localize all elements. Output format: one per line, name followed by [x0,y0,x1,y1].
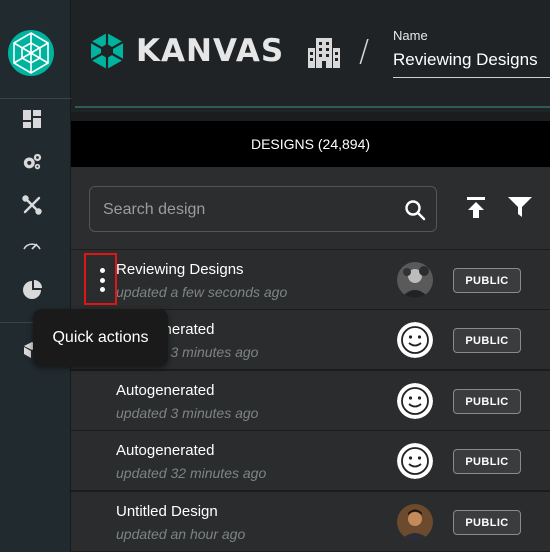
design-updated: updated 3 minutes ago [116,405,259,421]
header: KANVAS / Name Reviewing Designs [71,0,550,112]
name-field-underline [393,77,550,78]
visibility-badge[interactable]: PUBLIC [453,389,521,414]
tooltip-text: Quick actions [52,328,149,346]
tools-icon[interactable] [22,195,42,215]
avatar[interactable] [397,504,433,540]
app-logo-icon[interactable] [8,30,54,76]
header-accent-line [75,106,550,108]
visibility-badge[interactable]: PUBLIC [453,328,521,353]
rail-divider [0,98,71,99]
design-updated: updated 32 minutes ago [116,465,267,481]
chart-pie-icon[interactable] [22,280,42,300]
gauge-icon[interactable] [22,236,42,256]
dashboard-icon[interactable] [22,109,42,129]
breadcrumb-separator: / [359,34,370,69]
search-box[interactable] [89,186,437,232]
avatar[interactable] [397,322,433,358]
brand[interactable]: KANVAS [88,32,284,70]
search-input[interactable] [103,199,393,221]
visibility-badge[interactable]: PUBLIC [453,268,521,293]
designs-title-bar: DESIGNS (24,894) [71,121,550,167]
filter-icon[interactable] [508,197,532,217]
design-updated: updated a few seconds ago [116,284,288,300]
avatar[interactable] [397,383,433,419]
designs-toolbar [71,167,550,249]
brand-name: KANVAS [136,33,285,69]
design-updated: updated an hour ago [116,526,246,542]
settings-gears-icon[interactable] [22,152,42,172]
design-title[interactable]: Untitled Design [116,503,218,520]
search-icon[interactable] [404,199,426,221]
quick-actions-tooltip: Quick actions [33,309,168,366]
left-rail [0,0,71,552]
design-title[interactable]: Reviewing Designs [116,261,244,278]
kanvas-logo-icon [90,33,124,69]
upload-icon[interactable] [467,197,485,219]
design-title[interactable]: Autogenerated [116,442,214,459]
design-title[interactable]: Autogenerated [116,382,214,399]
avatar[interactable] [397,443,433,479]
design-row[interactable]: Autogenerated updated 3 minutes ago PUBL… [71,370,550,430]
design-row[interactable]: Untitled Design updated an hour ago PUBL… [71,491,550,551]
name-label: Name [393,28,428,43]
kebab-menu-icon[interactable] [99,268,105,292]
designs-count-title: DESIGNS (24,894) [250,136,371,152]
visibility-badge[interactable]: PUBLIC [453,449,521,474]
building-icon[interactable] [308,38,340,68]
visibility-badge[interactable]: PUBLIC [453,510,521,535]
design-row[interactable]: Reviewing Designs updated a few seconds … [71,249,550,309]
design-row[interactable]: Autogenerated updated 32 minutes ago PUB… [71,430,550,490]
design-name-field[interactable]: Reviewing Designs [393,50,538,70]
avatar[interactable] [397,262,433,298]
